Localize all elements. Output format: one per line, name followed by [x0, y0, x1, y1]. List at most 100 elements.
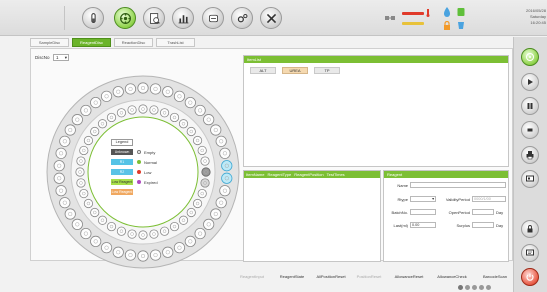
reagent-slot[interactable] — [219, 185, 231, 197]
reagent-slot[interactable] — [184, 97, 196, 109]
reagent-slot[interactable] — [221, 160, 233, 172]
reagent-slot[interactable] — [83, 135, 94, 146]
tools-button[interactable] — [260, 7, 282, 29]
reagent-slot[interactable] — [215, 197, 227, 209]
reagent-slot[interactable] — [71, 218, 83, 230]
reagent-slot[interactable] — [83, 198, 94, 209]
reagent-slot[interactable] — [169, 221, 180, 232]
reagent-slot[interactable] — [53, 172, 65, 184]
reagent-button[interactable] — [114, 7, 136, 29]
item-tp[interactable]: TP — [314, 67, 340, 74]
reagent-slot[interactable] — [90, 207, 100, 218]
reagent-slot[interactable] — [116, 226, 127, 236]
reagent-slot[interactable] — [221, 172, 233, 184]
reagent-slot[interactable] — [186, 207, 196, 218]
tab-reagent-disc[interactable]: ReagentDisc — [72, 38, 111, 47]
reagent-slot[interactable] — [100, 242, 113, 254]
reagent-slot[interactable] — [197, 145, 207, 156]
reagent-slot[interactable] — [53, 160, 65, 172]
reagent-slot[interactable] — [159, 108, 170, 118]
name-field[interactable] — [410, 182, 506, 188]
reagent-slot[interactable] — [149, 105, 159, 115]
reagent-slot[interactable] — [97, 215, 108, 225]
reagent-slot[interactable] — [79, 145, 89, 156]
reagent-slot[interactable] — [173, 90, 186, 102]
barcode-scan-button[interactable]: BarcodeScan — [476, 272, 514, 281]
reagent-state-button[interactable]: ReagentState — [273, 272, 311, 281]
reagent-slot[interactable] — [112, 246, 124, 258]
reagent-slot[interactable] — [90, 126, 100, 137]
reagent-slot[interactable] — [219, 147, 231, 159]
reagent-slot[interactable] — [186, 126, 196, 137]
run-button[interactable] — [521, 73, 539, 91]
reagent-input-button[interactable]: ReagentInput — [234, 272, 270, 281]
reagent-slot[interactable] — [59, 135, 71, 147]
reagent-slot[interactable] — [106, 112, 117, 123]
reagent-slot[interactable] — [80, 227, 92, 240]
reagent-slot[interactable] — [178, 215, 189, 225]
reagent-slot[interactable] — [203, 218, 215, 230]
reagent-slot[interactable] — [173, 242, 186, 254]
reagent-slot[interactable] — [149, 83, 162, 95]
reagent-slot[interactable] — [127, 105, 137, 115]
chart-button[interactable] — [172, 7, 194, 29]
reagent-slot[interactable] — [201, 167, 211, 177]
reagent-slot[interactable] — [100, 90, 113, 102]
surplus-field[interactable] — [472, 222, 494, 228]
last-field[interactable]: 0.00 — [410, 222, 436, 228]
reagent-slot[interactable] — [116, 108, 127, 118]
reagent-slot[interactable] — [59, 197, 71, 209]
power-button[interactable] — [521, 268, 539, 286]
tab-reaction-disc[interactable]: ReactionDisc — [114, 38, 153, 47]
reagent-slot[interactable] — [112, 86, 124, 98]
monitor-button[interactable] — [521, 170, 539, 188]
reagent-slot[interactable] — [210, 208, 222, 220]
open-period-field[interactable] — [472, 209, 494, 215]
reagent-slot[interactable] — [127, 229, 137, 239]
reagent-slot[interactable] — [194, 227, 206, 240]
reagent-slot[interactable] — [55, 147, 67, 159]
reagent-slot[interactable] — [203, 114, 215, 126]
reagent-slot[interactable] — [169, 112, 180, 123]
reagent-slot[interactable] — [137, 82, 149, 94]
validity-date-field[interactable]: 0000/1/00 — [472, 196, 506, 202]
reagent-slot[interactable] — [64, 208, 76, 220]
reagent-slot[interactable] — [71, 114, 83, 126]
reagent-slot[interactable] — [64, 124, 76, 136]
reagent-disc-diagram[interactable] — [45, 74, 241, 270]
reagent-slot[interactable] — [162, 86, 174, 98]
reagent-slot[interactable] — [124, 249, 137, 261]
allowance-reset-button[interactable]: AllowanceReset — [388, 272, 430, 281]
reagent-slot[interactable] — [75, 167, 85, 177]
home-button[interactable] — [521, 48, 539, 66]
disc-select[interactable]: 1 ▾ — [53, 54, 69, 61]
tab-sample-disc[interactable]: SampleDisc — [30, 38, 69, 47]
position-reset-button[interactable]: PositionReset — [351, 272, 387, 281]
settings-button[interactable] — [231, 7, 253, 29]
reagent-slot[interactable] — [138, 230, 148, 240]
reagent-slot[interactable] — [192, 135, 203, 146]
sample-tube-button[interactable] — [82, 7, 104, 29]
bottle-button[interactable] — [202, 7, 224, 29]
reagent-slot[interactable] — [80, 104, 92, 117]
lock-button[interactable] — [521, 220, 539, 238]
reagent-slot[interactable] — [215, 135, 227, 147]
rtype-select[interactable]: ▾ — [410, 196, 436, 202]
reagent-slot[interactable] — [200, 156, 210, 166]
reagent-slot[interactable] — [178, 119, 189, 129]
reagent-slot[interactable] — [106, 221, 117, 232]
reagent-slot[interactable] — [55, 185, 67, 197]
message-button[interactable] — [521, 244, 539, 262]
print-button[interactable] — [521, 146, 539, 164]
reagent-slot[interactable] — [90, 235, 102, 247]
reagent-slot[interactable] — [90, 97, 102, 109]
reagent-slot[interactable] — [97, 119, 108, 129]
reagent-slot[interactable] — [200, 178, 210, 188]
report-button[interactable] — [143, 7, 165, 29]
reagent-slot[interactable] — [159, 226, 170, 236]
reagent-slot[interactable] — [137, 250, 149, 262]
all-position-reset-button[interactable]: AllPositionReset — [311, 272, 351, 281]
reagent-slot[interactable] — [192, 198, 203, 209]
reagent-slot[interactable] — [197, 188, 207, 199]
reagent-slot[interactable] — [138, 104, 148, 114]
